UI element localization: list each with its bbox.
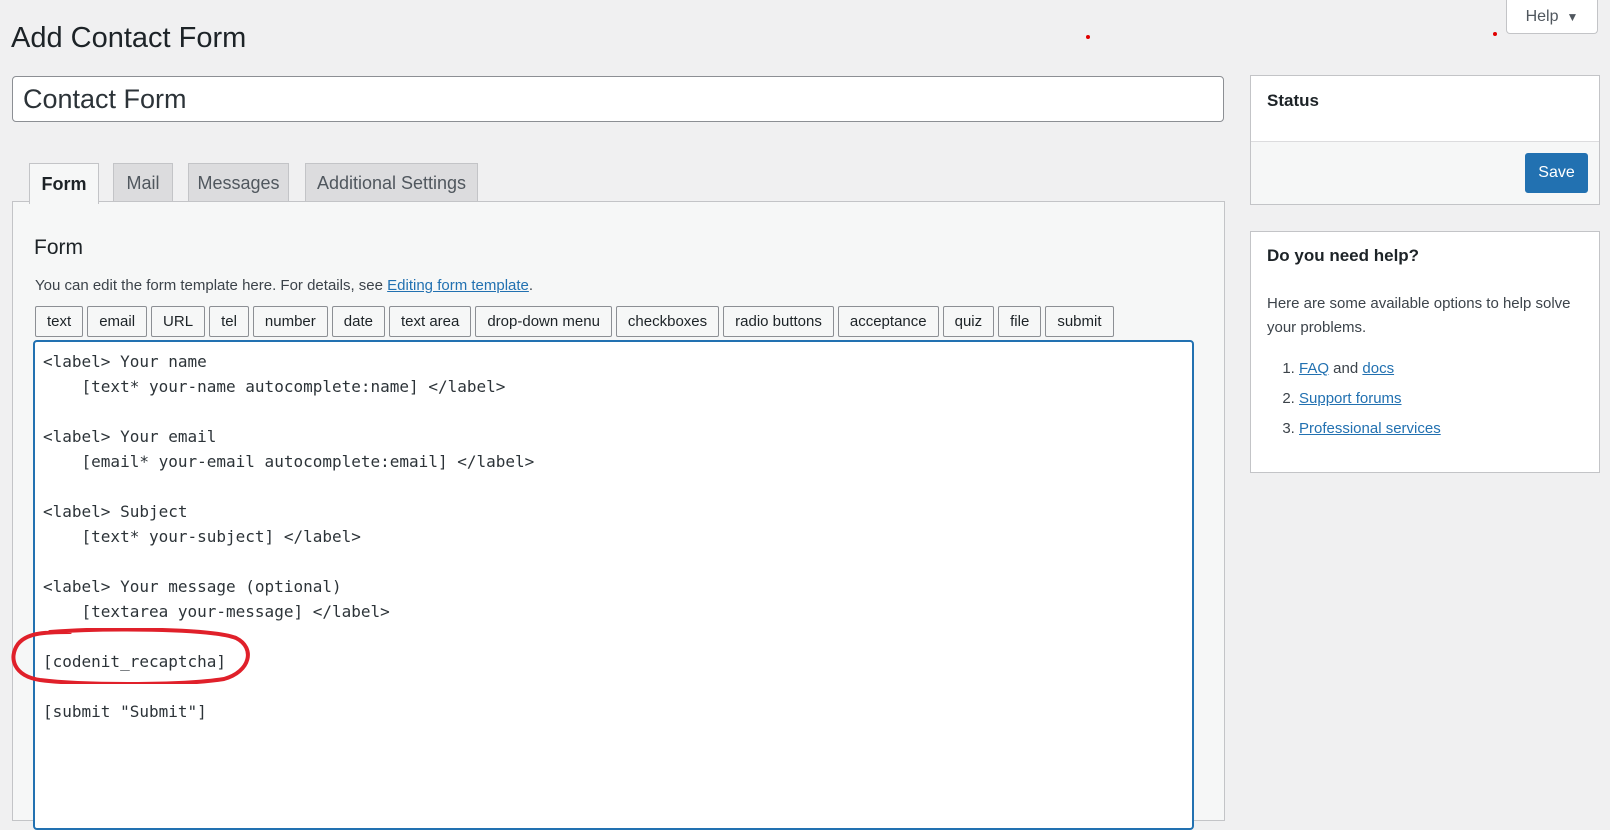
tab-messages[interactable]: Messages [188, 163, 289, 202]
code-line: [email* your-email autocomplete:email] <… [43, 452, 535, 471]
code-line: <label> Your name [43, 352, 207, 371]
status-heading: Status [1267, 91, 1319, 110]
tag-button-email[interactable]: email [87, 306, 148, 337]
help-options-list: FAQ and docs Support forums Professional… [1267, 354, 1583, 444]
tag-generator-buttons: text email URL tel number date text area… [35, 306, 1114, 337]
status-box-header: Status [1251, 76, 1599, 142]
tab-mail[interactable]: Mail [113, 163, 173, 202]
tab-form[interactable]: Form [29, 163, 99, 204]
help-box-text: Here are some available options to help … [1267, 295, 1571, 336]
tag-button-text[interactable]: text [35, 306, 84, 337]
faq-link[interactable]: FAQ [1299, 360, 1329, 377]
form-template-editor[interactable]: <label> Your name [text* your-name autoc… [33, 340, 1194, 830]
tag-button-text-area[interactable]: text area [388, 306, 472, 337]
code-line: <label> Your message (optional) [43, 577, 342, 596]
tab-additional-settings[interactable]: Additional Settings [305, 163, 478, 202]
page-title: Add Contact Form [11, 22, 247, 54]
help-tab-label: Help [1525, 7, 1559, 25]
tag-button-checkboxes[interactable]: checkboxes [615, 306, 720, 337]
tag-button-drop-down-menu[interactable]: drop-down menu [475, 306, 612, 337]
code-line: <label> Your email [43, 427, 217, 446]
editing-form-template-link[interactable]: Editing form template [387, 277, 529, 294]
help-box-heading: Do you need help? [1267, 246, 1420, 265]
tag-button-submit[interactable]: submit [1045, 306, 1114, 337]
help-tab-button[interactable]: Help ▼ [1506, 0, 1598, 34]
panel-heading: Form [34, 236, 83, 259]
red-dot-marker [1493, 32, 1497, 36]
tag-button-url[interactable]: URL [151, 306, 206, 337]
form-panel: Form You can edit the form template here… [12, 201, 1225, 830]
code-line: [text* your-name autocomplete:name] </la… [43, 377, 506, 396]
status-box-actions: Save [1251, 142, 1599, 204]
docs-link[interactable]: docs [1362, 360, 1394, 377]
help-box: Do you need help? Here are some availabl… [1250, 231, 1600, 473]
support-forums-link[interactable]: Support forums [1299, 390, 1402, 407]
professional-services-link[interactable]: Professional services [1299, 420, 1441, 437]
list-item: FAQ and docs [1299, 354, 1583, 384]
tag-button-number[interactable]: number [252, 306, 328, 337]
code-line: [text* your-subject] </label> [43, 527, 361, 546]
red-dot-marker [1086, 35, 1090, 39]
save-button[interactable]: Save [1525, 153, 1588, 193]
list-item: Professional services [1299, 414, 1583, 444]
list-joiner: and [1329, 360, 1363, 377]
tag-button-tel[interactable]: tel [209, 306, 249, 337]
list-item: Support forums [1299, 384, 1583, 414]
code-line: [textarea your-message] </label> [43, 602, 390, 621]
code-line: <label> Subject [43, 502, 188, 521]
tag-button-radio-buttons[interactable]: radio buttons [723, 306, 834, 337]
tag-button-date[interactable]: date [331, 306, 385, 337]
status-box: Status Save [1250, 75, 1600, 205]
code-line: [submit "Submit"] [43, 702, 207, 721]
triangle-down-icon: ▼ [1566, 9, 1579, 24]
red-annotation-circle [11, 628, 250, 684]
description-text: You can edit the form template here. For… [35, 277, 388, 294]
tag-button-file[interactable]: file [998, 306, 1042, 337]
form-title-input[interactable] [12, 76, 1224, 122]
tag-button-quiz[interactable]: quiz [942, 306, 995, 337]
description-suffix: . [528, 277, 534, 294]
tag-button-acceptance[interactable]: acceptance [837, 306, 939, 337]
panel-description: You can edit the form template here. For… [35, 277, 533, 294]
